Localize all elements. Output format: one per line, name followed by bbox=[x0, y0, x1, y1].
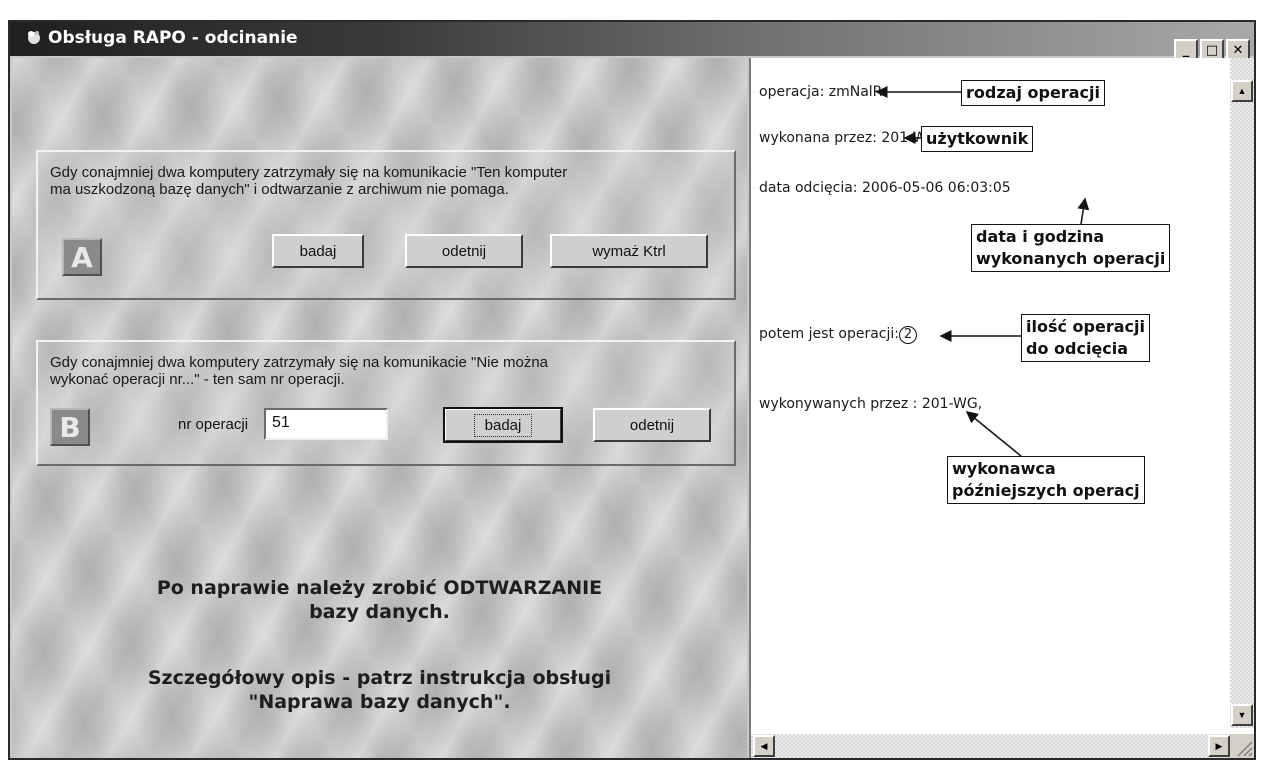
section-b-cut-button[interactable]: odetnij bbox=[593, 408, 711, 442]
section-a-description: Gdy conajmniej dwa komputery zatrzymały … bbox=[50, 164, 730, 198]
action-pane: Gdy conajmniej dwa komputery zatrzymały … bbox=[12, 58, 747, 758]
section-a-description-line2: ma uszkodzoną bazę danych" i odtwarzanie… bbox=[50, 181, 509, 198]
section-b-check-button[interactable]: badaj bbox=[443, 407, 563, 443]
horizontal-scrollbar[interactable]: ◀ ▶ bbox=[751, 734, 1232, 758]
info-pane: operacja: zmNalR wykonana przez: 201-WG … bbox=[749, 58, 1254, 758]
repair-note-line2: bazy danych. bbox=[309, 601, 450, 623]
section-a-panel: Gdy conajmniej dwa komputery zatrzymały … bbox=[36, 150, 736, 300]
scroll-left-arrow-icon[interactable]: ◀ bbox=[753, 735, 775, 757]
arrow-performer bbox=[965, 411, 1022, 457]
vertical-scrollbar[interactable]: ▲ ▼ bbox=[1230, 58, 1254, 728]
window-title: Obsługa RAPO - odcinanie bbox=[48, 28, 298, 48]
arrow-date bbox=[1077, 197, 1090, 225]
section-b-description: Gdy conajmniej dwa komputery zatrzymały … bbox=[50, 354, 730, 388]
annotation-arrows bbox=[875, 86, 1090, 457]
section-b-description-line2: wykonać operacji nr..." - ten sam nr ope… bbox=[50, 371, 345, 388]
repair-note-line1: Po naprawie należy zrobić ODTWARZANIE bbox=[156, 577, 603, 599]
section-b-panel: Gdy conajmniej dwa komputery zatrzymały … bbox=[36, 340, 736, 466]
section-a-erase-button[interactable]: wymaż Ktrl bbox=[550, 234, 708, 268]
resize-grip-icon[interactable] bbox=[1230, 734, 1254, 758]
repair-note: Po naprawie należy zrobić ODTWARZANIE ba… bbox=[12, 576, 747, 624]
details-note: Szczegółowy opis - patrz instrukcja obsł… bbox=[12, 666, 747, 714]
scroll-down-arrow-icon[interactable]: ▼ bbox=[1231, 704, 1253, 726]
section-b-check-button-label: badaj bbox=[473, 413, 533, 437]
section-b-description-line1: Gdy conajmniej dwa komputery zatrzymały … bbox=[50, 354, 549, 371]
section-a-description-line1: Gdy conajmniej dwa komputery zatrzymały … bbox=[50, 164, 568, 181]
app-window: Obsługa RAPO - odcinanie _ □ ✕ Gdy conaj… bbox=[8, 20, 1256, 760]
section-b-badge: B bbox=[50, 408, 90, 446]
scroll-right-arrow-icon[interactable]: ▶ bbox=[1208, 735, 1230, 757]
operation-number-label: nr operacji bbox=[178, 416, 249, 433]
details-note-line1: Szczegółowy opis - patrz instrukcja obsł… bbox=[147, 667, 612, 689]
scroll-up-arrow-icon[interactable]: ▲ bbox=[1231, 80, 1253, 102]
title-bar[interactable]: Obsługa RAPO - odcinanie _ □ ✕ bbox=[10, 22, 1254, 61]
section-a-check-button[interactable]: badaj bbox=[272, 234, 364, 268]
section-a-badge: A bbox=[62, 238, 102, 276]
app-icon bbox=[28, 31, 40, 44]
details-note-line2: "Naprawa bazy danych". bbox=[248, 691, 511, 713]
section-a-cut-button[interactable]: odetnij bbox=[405, 234, 523, 268]
operation-number-input[interactable]: 51 bbox=[264, 408, 388, 440]
